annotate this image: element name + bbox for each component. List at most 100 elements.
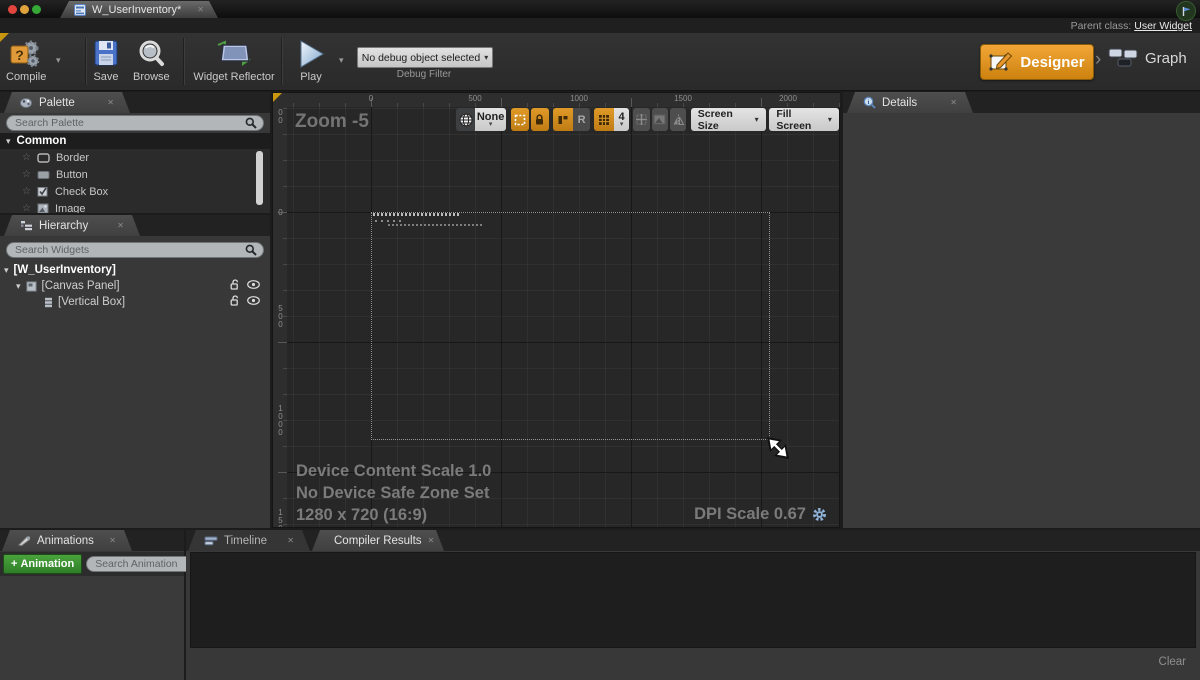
timeline-compiler-panel: Timeline ✕ Compiler Results ✕ Clear — [186, 530, 1200, 680]
timeline-icon — [204, 536, 218, 546]
palette-scrollbar[interactable] — [256, 151, 263, 205]
dpi-settings-gear-icon[interactable] — [812, 507, 827, 522]
mode-chevron-icon: › — [1095, 49, 1101, 71]
palette-item-image[interactable]: ☆ Image — [0, 200, 270, 213]
palette-item-button[interactable]: ☆ Button — [0, 166, 270, 183]
tab-palette[interactable]: Palette ✕ — [4, 92, 130, 113]
widget-reflector-button[interactable]: Widget Reflector — [192, 39, 276, 83]
tab-hierarchy[interactable]: Hierarchy ✕ — [4, 215, 140, 236]
palette-category-common[interactable]: ▾ Common — [0, 133, 270, 149]
border-widget-icon — [37, 153, 50, 163]
unlocked-icon[interactable] — [230, 279, 240, 290]
animations-list-area[interactable] — [0, 576, 184, 680]
designer-mode-button[interactable]: Designer — [980, 44, 1094, 80]
grid-snapping-toggle[interactable] — [594, 108, 614, 131]
fill-screen-dropdown[interactable]: Fill Screen ▾ — [769, 108, 839, 131]
localization-preview-button[interactable] — [456, 108, 475, 131]
resize-handle-icon[interactable] — [767, 437, 789, 459]
dropdown-caret-icon: ▾ — [828, 115, 832, 124]
compile-icon: ? — [9, 39, 43, 69]
window-close-button[interactable] — [8, 5, 17, 14]
compile-options-caret-icon[interactable]: ▾ — [56, 55, 61, 66]
animations-panel: Animations ✕ + Animation — [0, 530, 184, 680]
animations-tab-close-icon[interactable]: ✕ — [109, 537, 116, 545]
ruler-label: 1500 — [674, 94, 692, 103]
graph-mode-button[interactable]: Graph — [1108, 47, 1187, 69]
details-tab-close-icon[interactable]: ✕ — [950, 99, 957, 107]
favorite-star-icon[interactable]: ☆ — [22, 152, 31, 163]
asset-tab-title: W_UserInventory* — [92, 4, 181, 16]
localize-widget-toggle[interactable] — [553, 108, 573, 131]
save-button[interactable]: Save — [92, 39, 120, 83]
hierarchy-row-canvas-panel[interactable]: ▾ [Canvas Panel] — [0, 278, 270, 294]
horizontal-ruler: 0 500 1000 1500 2000 — [287, 93, 840, 108]
respect-locks-toggle[interactable] — [531, 108, 549, 131]
anchor-tool-button-disabled — [633, 108, 649, 131]
preview-culture-dropdown[interactable]: None ▾ — [475, 108, 506, 131]
screen-size-dropdown[interactable]: Screen Size ▾ — [691, 108, 766, 131]
device-content-scale-label: Device Content Scale 1.0 — [296, 462, 491, 481]
hierarchy-row-root[interactable]: ▾ [W_UserInventory] — [0, 262, 270, 278]
selected-widget-outline[interactable] — [373, 213, 459, 216]
animations-icon — [18, 535, 31, 546]
vertical-box-icon — [44, 297, 53, 308]
compiler-tab-close-icon[interactable]: ✕ — [428, 537, 435, 545]
animations-tabstrip: Animations ✕ — [0, 530, 184, 551]
hierarchy-row-vertical-box[interactable]: [Vertical Box] — [0, 294, 270, 310]
browse-button[interactable]: Browse — [133, 39, 170, 83]
tab-details[interactable]: i Details ✕ — [847, 92, 973, 113]
parent-class-link[interactable]: User Widget — [1134, 20, 1192, 32]
palette-item-checkbox[interactable]: ☆ Check Box — [0, 183, 270, 200]
expander-icon[interactable]: ▾ — [6, 136, 11, 147]
animations-toolbar: + Animation — [0, 552, 184, 576]
window-minimize-button[interactable] — [20, 5, 29, 14]
toolbar-separator — [183, 38, 185, 85]
palette-search-input[interactable] — [13, 116, 241, 130]
compile-button[interactable]: ? Compile — [6, 39, 46, 83]
timeline-tab-close-icon[interactable]: ✕ — [287, 537, 294, 545]
tab-animations[interactable]: Animations ✕ — [2, 530, 132, 551]
unlocked-icon[interactable] — [230, 295, 240, 306]
palette-item-border[interactable]: ☆ Border — [0, 149, 270, 166]
dropdown-caret-icon: ▾ — [755, 115, 759, 124]
expander-icon[interactable]: ▾ — [16, 281, 21, 292]
widget-blueprint-editor: W_UserInventory* ✕ Parent class: User Wi… — [0, 0, 1200, 680]
clear-log-button[interactable]: Clear — [1159, 656, 1186, 668]
widget-reflector-icon — [215, 39, 253, 69]
visibility-eye-icon[interactable] — [247, 296, 260, 305]
favorite-star-icon[interactable]: ☆ — [22, 203, 31, 213]
preview-area-outline[interactable] — [371, 212, 770, 440]
tab-timeline[interactable]: Timeline ✕ — [188, 530, 310, 551]
design-surface[interactable]: Zoom -5 None ▾ — [287, 107, 839, 527]
details-panel: i Details ✕ — [843, 92, 1200, 528]
asset-tab[interactable]: W_UserInventory* ✕ — [60, 1, 218, 18]
child-widget-outline[interactable] — [388, 224, 482, 226]
asset-tab-close-icon[interactable]: ✕ — [197, 6, 204, 14]
hierarchy-tab-close-icon[interactable]: ✕ — [117, 222, 124, 230]
dpi-scale-indicator: DPI Scale 0.67 — [694, 505, 827, 524]
expander-icon[interactable]: ▾ — [4, 265, 9, 276]
play-button[interactable]: Play — [292, 39, 330, 83]
tab-compiler-results[interactable]: Compiler Results ✕ — [312, 530, 444, 551]
resolution-r-button[interactable]: R — [573, 108, 589, 131]
designer-canvas-panel: 0 500 1000 1500 2000 -500 0 500 1000 150… — [272, 92, 840, 528]
play-options-caret-icon[interactable]: ▾ — [339, 55, 344, 66]
widget-bars-icon — [557, 114, 569, 126]
search-icon — [245, 117, 257, 129]
add-animation-button[interactable]: + Animation — [3, 554, 82, 574]
button-widget-icon — [37, 170, 50, 180]
source-control-flag-icon[interactable] — [1176, 1, 1196, 21]
toolbar-separator — [281, 38, 283, 85]
compiler-results-log[interactable] — [190, 552, 1196, 648]
show-outlines-toggle[interactable] — [511, 108, 529, 131]
dropdown-caret-icon: ▾ — [484, 53, 488, 62]
grid-size-dropdown[interactable]: 4 ▾ — [614, 108, 629, 131]
favorite-star-icon[interactable]: ☆ — [22, 169, 31, 180]
palette-tab-close-icon[interactable]: ✕ — [107, 99, 114, 107]
ruler-label: 1000 — [570, 94, 588, 103]
window-zoom-button[interactable] — [32, 5, 41, 14]
visibility-eye-icon[interactable] — [247, 280, 260, 289]
favorite-star-icon[interactable]: ☆ — [22, 186, 31, 197]
debug-object-dropdown[interactable]: No debug object selected ▾ — [357, 47, 493, 68]
hierarchy-search-input[interactable] — [13, 243, 241, 257]
